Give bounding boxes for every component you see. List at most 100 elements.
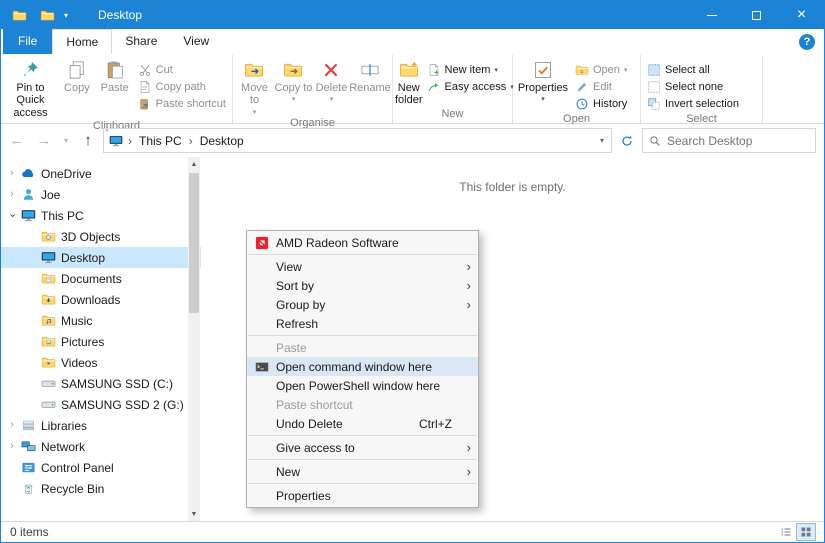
- tab-view[interactable]: View: [170, 29, 222, 54]
- tab-home[interactable]: Home: [52, 29, 112, 54]
- sidebar-item-videos[interactable]: › Videos: [1, 352, 201, 373]
- sidebar-item-control-panel[interactable]: › Control Panel: [1, 457, 201, 478]
- address-dropdown-icon[interactable]: ▾: [600, 136, 606, 145]
- refresh-icon: [620, 134, 634, 148]
- expand-chevron-icon[interactable]: ›: [6, 189, 18, 200]
- properties-button[interactable]: Properties▾: [515, 57, 571, 104]
- invert-selection-button[interactable]: Invert selection: [643, 95, 743, 112]
- ribbon-group-open: Properties▾ Open▾ Edit History: [513, 55, 641, 123]
- breadcrumb[interactable]: › This PC › Desktop ▾: [103, 128, 612, 153]
- menu-item-undo-delete[interactable]: Undo Delete Ctrl+Z: [247, 414, 478, 433]
- quick-access-toolbar-folder-icon[interactable]: [37, 6, 57, 24]
- edit-icon: [575, 80, 589, 94]
- sidebar-item-label: This PC: [41, 209, 84, 223]
- breadcrumb-desktop[interactable]: Desktop: [198, 134, 246, 148]
- search-input[interactable]: [667, 134, 809, 148]
- tab-share[interactable]: Share: [112, 29, 170, 54]
- sidebar-item-label: Pictures: [61, 335, 104, 349]
- scroll-up-icon[interactable]: ▲: [188, 157, 200, 171]
- breadcrumb-this-pc[interactable]: This PC: [137, 134, 184, 148]
- menu-item-sort-by[interactable]: Sort by ›: [247, 276, 478, 295]
- copy-to-label: Copy to: [275, 82, 313, 94]
- sidebar-item-3d-objects[interactable]: › 3D Objects: [1, 226, 201, 247]
- menu-item-open-powershell-window-here[interactable]: Open PowerShell window here: [247, 376, 478, 395]
- sidebar-item-this-pc[interactable]: › This PC: [1, 205, 201, 226]
- sidebar-item-network[interactable]: › Network: [1, 436, 201, 457]
- scroll-down-icon[interactable]: ▼: [188, 507, 200, 521]
- menu-item-refresh[interactable]: Refresh: [247, 314, 478, 333]
- new-folder-label: New folder: [395, 82, 423, 107]
- close-icon: ×: [797, 7, 806, 23]
- rename-button: Rename: [350, 57, 390, 94]
- expand-chevron-icon[interactable]: ›: [6, 168, 18, 179]
- up-button[interactable]: ↑: [76, 129, 100, 153]
- back-button[interactable]: ←: [5, 129, 29, 153]
- move-to-label: Move to: [235, 82, 274, 107]
- copy-button: Copy: [58, 57, 96, 94]
- expand-chevron-icon[interactable]: ›: [6, 420, 18, 431]
- submenu-arrow-icon: ›: [460, 260, 478, 273]
- quick-access-toolbar-dropdown-icon[interactable]: ▾: [60, 11, 72, 20]
- large-icons-view-button[interactable]: [797, 524, 815, 540]
- copy-to-icon: [283, 60, 303, 80]
- pin-icon: [20, 60, 40, 80]
- downloads-folder-icon: [40, 292, 57, 308]
- refresh-button[interactable]: [615, 129, 639, 153]
- pin-to-quick-access-button[interactable]: Pin to Quick access: [3, 57, 58, 119]
- minimize-button[interactable]: [689, 1, 734, 29]
- menu-item-give-access-to[interactable]: Give access to ›: [247, 438, 478, 457]
- sidebar-item-joe[interactable]: › Joe: [1, 184, 201, 205]
- recent-locations-dropdown[interactable]: ▾: [59, 129, 73, 153]
- menu-item-group-by[interactable]: Group by ›: [247, 295, 478, 314]
- sidebar-item-label: Recycle Bin: [41, 482, 104, 496]
- menu-item-view[interactable]: View ›: [247, 257, 478, 276]
- history-button[interactable]: History: [571, 95, 631, 112]
- rename-label: Rename: [349, 82, 391, 94]
- menu-item-amd-radeon-software[interactable]: AMD Radeon Software: [247, 233, 478, 252]
- breadcrumb-chevron-icon: ›: [126, 134, 134, 148]
- scrollbar-thumb[interactable]: [189, 173, 199, 313]
- desktop-monitor-icon: [40, 250, 57, 266]
- cut-label: Cut: [156, 64, 173, 76]
- sidebar-item-recycle-bin[interactable]: › Recycle Bin: [1, 478, 201, 499]
- sidebar-item-label: Joe: [41, 188, 60, 202]
- search-box[interactable]: [642, 128, 816, 153]
- sidebar-item-documents[interactable]: › Documents: [1, 268, 201, 289]
- sidebar-item-drive-c[interactable]: › SAMSUNG SSD (C:): [1, 373, 201, 394]
- collapse-chevron-icon[interactable]: ›: [7, 210, 18, 222]
- sidebar-item-libraries[interactable]: › Libraries: [1, 415, 201, 436]
- easy-access-button[interactable]: Easy access▾: [423, 78, 518, 95]
- select-none-button[interactable]: Select none: [643, 78, 743, 95]
- maximize-button[interactable]: [734, 1, 779, 29]
- forward-button[interactable]: →: [32, 129, 56, 153]
- details-view-button[interactable]: [777, 524, 795, 540]
- minimize-icon: [707, 15, 717, 16]
- sidebar-item-drive-g[interactable]: › SAMSUNG SSD 2 (G:): [1, 394, 201, 415]
- menu-item-open-command-window-here[interactable]: Open command window here: [247, 357, 478, 376]
- new-folder-button[interactable]: New folder: [395, 57, 423, 107]
- sidebar-item-label: Desktop: [61, 251, 105, 265]
- menu-separator: [248, 483, 477, 484]
- submenu-arrow-icon: ›: [460, 441, 478, 454]
- expand-chevron-icon[interactable]: ›: [6, 441, 18, 452]
- help-button[interactable]: ?: [799, 34, 815, 50]
- sidebar-item-music[interactable]: › Music: [1, 310, 201, 331]
- new-item-button[interactable]: New item▾: [423, 61, 518, 78]
- sidebar-scrollbar[interactable]: ▲ ▼: [188, 157, 200, 521]
- sidebar-item-label: OneDrive: [41, 167, 92, 181]
- close-button[interactable]: ×: [779, 1, 824, 29]
- sidebar-item-desktop[interactable]: › Desktop: [1, 247, 201, 268]
- file-explorer-app-icon: [9, 6, 29, 24]
- sidebar-item-pictures[interactable]: › Pictures: [1, 331, 201, 352]
- select-all-button[interactable]: Select all: [643, 61, 743, 78]
- menu-item-new[interactable]: New ›: [247, 462, 478, 481]
- explorer-window: ▾ Desktop × File Home Share View ? Pin t…: [0, 0, 825, 543]
- sidebar-item-downloads[interactable]: › Downloads: [1, 289, 201, 310]
- submenu-arrow-icon: ›: [460, 279, 478, 292]
- menu-item-properties[interactable]: Properties: [247, 486, 478, 505]
- folder-icon: [40, 229, 57, 245]
- sidebar-item-label: Documents: [61, 272, 122, 286]
- tab-file[interactable]: File: [3, 29, 52, 54]
- sidebar-item-onedrive[interactable]: › OneDrive: [1, 163, 201, 184]
- move-to-button: Move to▾: [235, 57, 274, 116]
